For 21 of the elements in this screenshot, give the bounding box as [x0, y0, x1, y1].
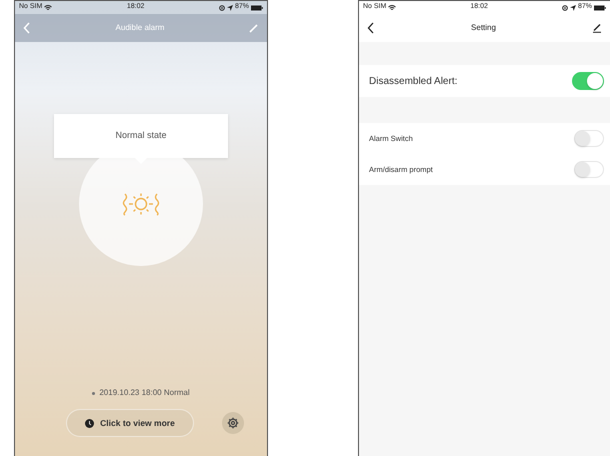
screen-title: Audible alarm — [116, 22, 164, 34]
toggle-switch[interactable] — [572, 72, 604, 90]
clock-icon — [85, 418, 94, 428]
wifi-icon — [44, 4, 52, 10]
setting-label: Disassembled Alert: — [369, 74, 458, 88]
event-record: 2019.10.23 18:00 Normal — [99, 387, 190, 399]
screen-title: Setting — [471, 22, 496, 34]
location-arrow-icon — [226, 4, 233, 10]
wifi-icon — [388, 4, 396, 10]
back-icon[interactable] — [367, 22, 375, 34]
edit-icon[interactable] — [592, 23, 602, 33]
location-arrow-icon — [570, 4, 576, 10]
sun-sound-icon — [121, 192, 161, 216]
view-more-button[interactable]: Click to view more — [66, 409, 194, 437]
battery-icon — [250, 4, 263, 10]
bullet-dot — [92, 392, 96, 394]
lock-rotation-icon — [562, 4, 568, 10]
battery-icon — [594, 4, 606, 10]
settings-button[interactable] — [222, 412, 244, 434]
settings-icon — [227, 417, 239, 429]
lock-rotation-icon — [218, 4, 225, 10]
